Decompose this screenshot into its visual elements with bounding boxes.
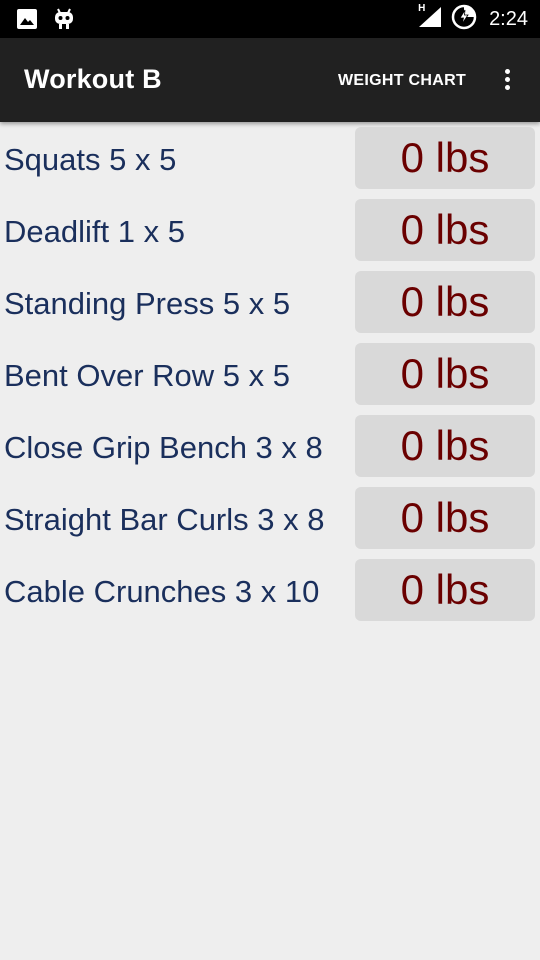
battery-charging-icon xyxy=(451,4,477,35)
image-icon xyxy=(16,8,38,35)
weight-button[interactable]: 0 lbs xyxy=(355,487,535,549)
weight-button[interactable]: 0 lbs xyxy=(355,415,535,477)
exercise-label: Deadlift 1 x 5 xyxy=(4,214,185,249)
weight-button[interactable]: 0 lbs xyxy=(355,343,535,405)
weight-button[interactable]: 0 lbs xyxy=(355,559,535,621)
exercise-row: Standing Press 5 x 5 0 lbs xyxy=(0,270,540,342)
weight-button[interactable]: 0 lbs xyxy=(355,271,535,333)
app-bar: Workout B WEIGHT CHART xyxy=(0,38,540,122)
exercise-list: Squats 5 x 5 0 lbs Deadlift 1 x 5 0 lbs … xyxy=(0,126,540,630)
weight-button[interactable]: 0 lbs xyxy=(355,199,535,261)
status-bar: H 2:24 xyxy=(0,0,540,38)
page-title: Workout B xyxy=(24,64,162,94)
weight-chart-button[interactable]: WEIGHT CHART xyxy=(338,72,466,90)
exercise-row: Cable Crunches 3 x 10 0 lbs xyxy=(0,558,540,630)
exercise-label: Squats 5 x 5 xyxy=(4,142,177,177)
exercise-row: Deadlift 1 x 5 0 lbs xyxy=(0,198,540,270)
weight-button[interactable]: 0 lbs xyxy=(355,127,535,189)
status-time: 2:24 xyxy=(489,7,528,30)
more-vert-icon[interactable] xyxy=(498,66,516,94)
network-type-label: H xyxy=(418,2,426,14)
exercise-label: Cable Crunches 3 x 10 xyxy=(4,574,320,609)
exercise-label: Standing Press 5 x 5 xyxy=(4,286,291,321)
exercise-label: Bent Over Row 5 x 5 xyxy=(4,358,291,393)
exercise-row: Straight Bar Curls 3 x 8 0 lbs xyxy=(0,486,540,558)
android-debug-icon xyxy=(52,7,76,36)
exercise-label: Straight Bar Curls 3 x 8 xyxy=(4,502,325,537)
exercise-row: Bent Over Row 5 x 5 0 lbs xyxy=(0,342,540,414)
exercise-label: Close Grip Bench 3 x 8 xyxy=(4,430,323,465)
signal-icon: H xyxy=(417,2,443,34)
exercise-row: Close Grip Bench 3 x 8 0 lbs xyxy=(0,414,540,486)
exercise-row: Squats 5 x 5 0 lbs xyxy=(0,126,540,198)
